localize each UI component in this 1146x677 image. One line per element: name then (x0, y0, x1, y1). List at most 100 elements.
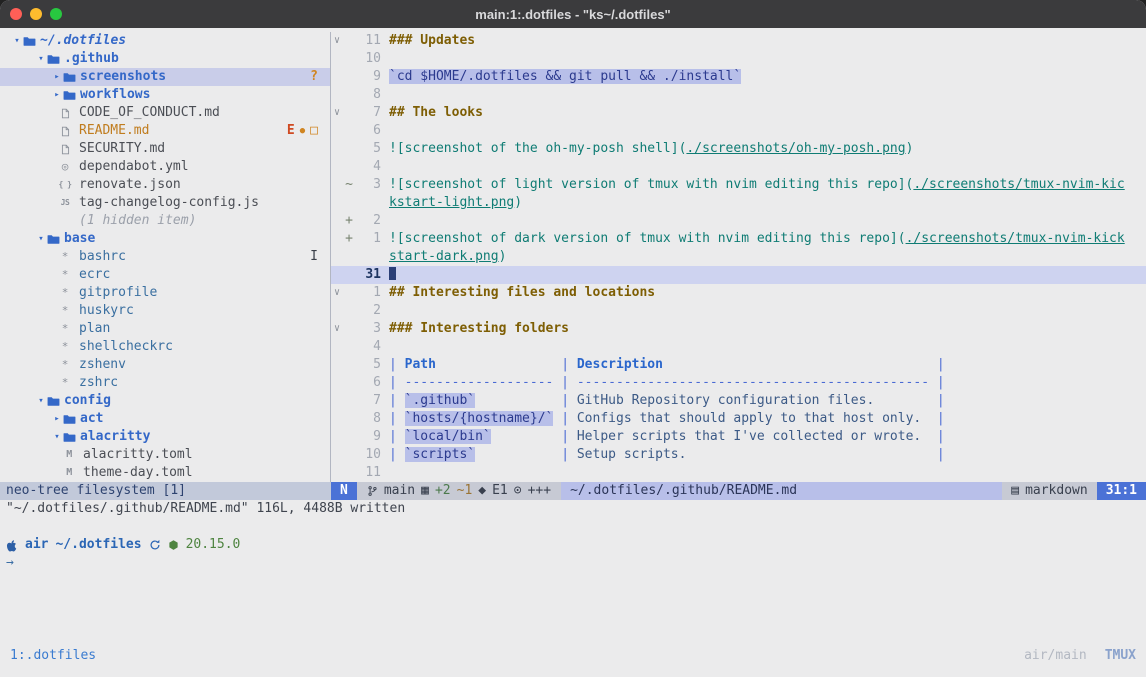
close-button[interactable] (10, 8, 22, 20)
tree-item-alacritty[interactable]: ▾alacritty (0, 428, 330, 446)
cursor-block (389, 267, 396, 280)
line-number: 6 (355, 122, 389, 140)
badge-error: E (287, 122, 295, 140)
tree-item-theme-day-toml[interactable]: Mtheme-day.toml (0, 464, 330, 482)
tree-item-github[interactable]: ▾.github (0, 50, 330, 68)
tree-item-huskyrc[interactable]: *huskyrc (0, 302, 330, 320)
tree-item-zshenv[interactable]: *zshenv (0, 356, 330, 374)
tree-item-alacritty-toml[interactable]: Malacritty.toml (0, 446, 330, 464)
chevron-down-icon[interactable]: ▾ (51, 428, 63, 446)
editor-line-8[interactable]: 8| `hosts/{hostname}/` | Configs that sh… (331, 410, 1146, 428)
tree-item-config[interactable]: ▾ config (0, 392, 330, 410)
minimize-button[interactable] (30, 8, 42, 20)
line-text: ![screenshot of dark version of tmux wit… (389, 230, 1146, 248)
chevron-down-icon[interactable]: ▾ (35, 50, 47, 68)
tree-item-tag-changelog-config-js[interactable]: JStag-changelog-config.js (0, 194, 330, 212)
traffic-lights (10, 8, 62, 20)
neo-tree-sidebar: ▾~/.dotfiles▾.github▸screenshots?▸workfl… (0, 32, 331, 482)
tree-item-label: gitprofile (79, 284, 157, 302)
chevron-right-icon[interactable]: ▸ (51, 68, 63, 86)
line-number: 8 (355, 410, 389, 428)
editor-line-10[interactable]: 10 (331, 50, 1146, 68)
editor-line-5[interactable]: 5| Path | Description | (331, 356, 1146, 374)
tree-item-code-of-conduct-md[interactable]: CODE_OF_CONDUCT.md (0, 104, 330, 122)
editor-line-3[interactable]: ∨3### Interesting folders (331, 320, 1146, 338)
tree-item-renovate-json[interactable]: { }renovate.json (0, 176, 330, 194)
git-sign (343, 194, 355, 212)
shell-icon: * (57, 284, 73, 302)
chevron-down-icon[interactable]: ▾ (35, 230, 47, 248)
tree-item-dependabot-yml[interactable]: ◎dependabot.yml (0, 158, 330, 176)
line-number (355, 248, 389, 266)
folder-icon (63, 431, 76, 444)
tree-item-screenshots[interactable]: ▸screenshots? (0, 68, 330, 86)
tree-item-workflows[interactable]: ▸ workflows (0, 86, 330, 104)
fold-marker-icon: ∨ (331, 284, 343, 302)
chevron-down-icon[interactable]: ▾ (11, 32, 23, 50)
line-text: `cd $HOME/.dotfiles && git pull && ./ins… (389, 68, 1146, 86)
tree-item-plan[interactable]: *plan (0, 320, 330, 338)
tree-item-readme-md[interactable]: README.mdE●□ (0, 122, 330, 140)
shell-prompt: air ~/.dotfiles 20.15.0 (0, 536, 1146, 554)
line-text: | Path | Description | (389, 356, 1146, 374)
folder-icon (47, 395, 60, 408)
tree-item-ecrc[interactable]: *ecrc (0, 266, 330, 284)
tree-item-zshrc[interactable]: *zshrc (0, 374, 330, 392)
tree-item-label: config (64, 392, 111, 410)
editor-line-8[interactable]: 8 (331, 86, 1146, 104)
editor-line-4[interactable]: 4 (331, 338, 1146, 356)
tree-item-bashrc[interactable]: *bashrcI (0, 248, 330, 266)
tmux-statusbar: 1:.dotfiles air/main TMUX (0, 647, 1146, 665)
tree-item-shellcheckrc[interactable]: *shellcheckrc (0, 338, 330, 356)
editor-line-10[interactable]: 10| `scripts` | Setup scripts. | (331, 446, 1146, 464)
zoom-button[interactable] (50, 8, 62, 20)
editor-line-3[interactable]: ~3![screenshot of light version of tmux … (331, 176, 1146, 194)
editor-line-6[interactable]: 6 (331, 122, 1146, 140)
editor-line-11[interactable]: ∨11### Updates (331, 32, 1146, 50)
fold-marker-icon (331, 140, 343, 158)
git-sign (343, 284, 355, 302)
buffer-icon: ▦ (421, 482, 429, 500)
editor-line-5[interactable]: 5![screenshot of the oh-my-posh shell](.… (331, 140, 1146, 158)
markdown-icon (57, 125, 73, 138)
editor-line-7[interactable]: ∨7## The looks (331, 104, 1146, 122)
line-number: 3 (355, 320, 389, 338)
git-sign (343, 428, 355, 446)
editor-line-1[interactable]: ∨1## Interesting files and locations (331, 284, 1146, 302)
tree-item-dotfiles[interactable]: ▾~/.dotfiles (0, 32, 330, 50)
line-text: | ------------------- | ----------------… (389, 374, 1146, 392)
chevron-down-icon[interactable]: ▾ (35, 392, 47, 410)
editor-line-9[interactable]: 9`cd $HOME/.dotfiles && git pull && ./in… (331, 68, 1146, 86)
tree-item-gitprofile[interactable]: * gitprofile (0, 284, 330, 302)
editor-line-11[interactable]: 11 (331, 464, 1146, 482)
git-sign: ~ (343, 176, 355, 194)
editor-line-1[interactable]: +1![screenshot of dark version of tmux w… (331, 230, 1146, 248)
editor-line-wrap[interactable]: kstart-light.png) (331, 194, 1146, 212)
editor-line-4[interactable]: 4 (331, 158, 1146, 176)
tmux-host-session: air/main (1024, 647, 1087, 665)
markdown-icon (57, 107, 73, 120)
tree-item-act[interactable]: ▸act (0, 410, 330, 428)
line-number: 4 (355, 338, 389, 356)
editor-line-9[interactable]: 9| `local/bin` | Helper scripts that I'v… (331, 428, 1146, 446)
line-text (389, 50, 1146, 68)
editor-line-6[interactable]: 6| ------------------- | ---------------… (331, 374, 1146, 392)
editor-line-wrap[interactable]: start-dark.png) (331, 248, 1146, 266)
editor-line-2[interactable]: +2 (331, 212, 1146, 230)
tree-item-base[interactable]: ▾base (0, 230, 330, 248)
prompt-arrow-icon[interactable]: → (0, 554, 1146, 572)
titlebar: main:1:.dotfiles - "ks~/.dotfiles" (0, 0, 1146, 28)
chevron-right-icon[interactable]: ▸ (51, 86, 63, 104)
fold-marker-icon: ∨ (331, 32, 343, 50)
tmux-window-name[interactable]: 1:.dotfiles (10, 647, 96, 665)
editor-buffer[interactable]: ∨11### Updates109`cd $HOME/.dotfiles && … (331, 32, 1146, 482)
line-number: 1 (355, 230, 389, 248)
editor-line-7[interactable]: 7| `.github` | GitHub Repository configu… (331, 392, 1146, 410)
git-sign (343, 338, 355, 356)
tree-item-label: tag-changelog-config.js (79, 194, 259, 212)
tree-item-label: workflows (80, 86, 150, 104)
editor-cursor-line[interactable]: 31 (331, 266, 1146, 284)
tree-item-security-md[interactable]: SECURITY.md (0, 140, 330, 158)
chevron-right-icon[interactable]: ▸ (51, 410, 63, 428)
editor-line-2[interactable]: 2 (331, 302, 1146, 320)
